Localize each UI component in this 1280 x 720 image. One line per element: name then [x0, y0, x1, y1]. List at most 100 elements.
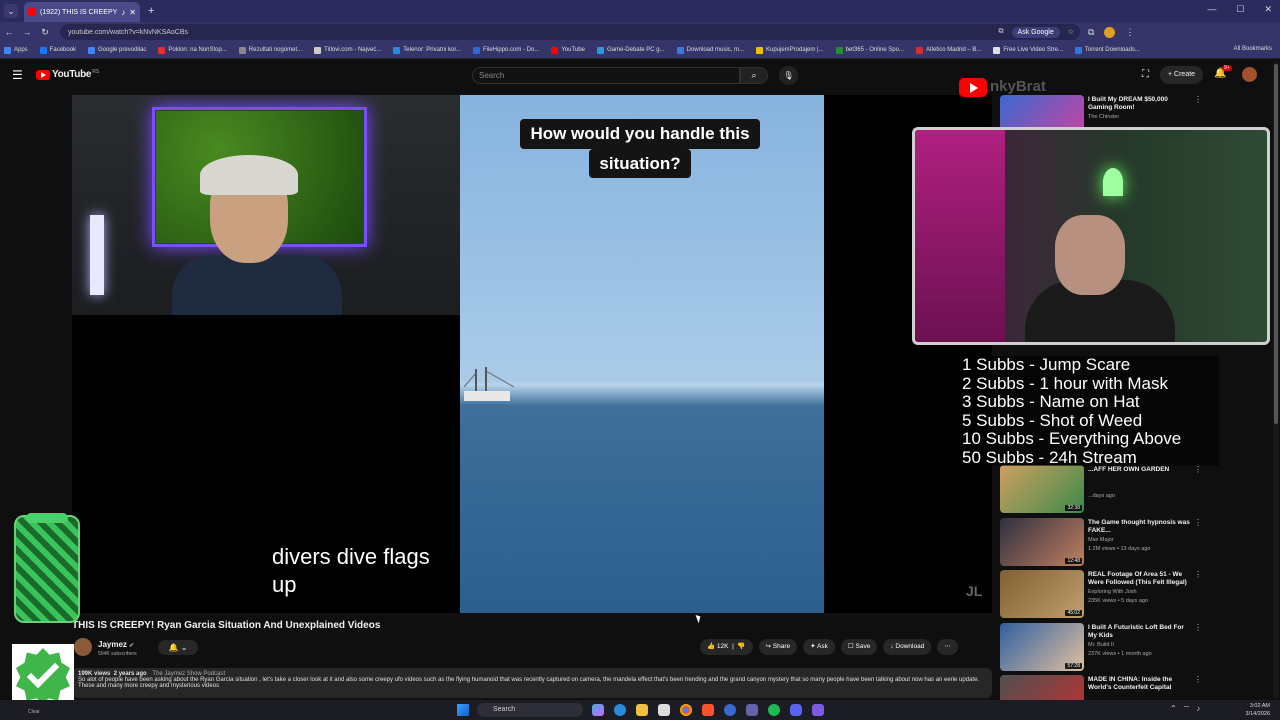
- bookmark-item[interactable]: bet365 - Online Spo...: [835, 46, 904, 54]
- video-thumbnail[interactable]: 57:28: [1000, 623, 1084, 671]
- install-app-icon[interactable]: ⧉: [999, 28, 1004, 36]
- browser-tab-bar: ⌄ (1922) THIS IS CREEPY! Rya ♪ ✕ + — ☐ ✕: [0, 0, 1280, 22]
- create-button[interactable]: + Create: [1160, 66, 1204, 84]
- subscription-bell-button[interactable]: 🔔 ⌄: [158, 640, 198, 655]
- bookmark-item[interactable]: Apps: [4, 46, 28, 54]
- cast-icon[interactable]: ⛶: [1142, 69, 1149, 80]
- save-button[interactable]: ☐ Save: [840, 639, 878, 655]
- forward-button[interactable]: →: [18, 27, 36, 37]
- discord-icon[interactable]: [790, 704, 802, 716]
- new-tab-button[interactable]: +: [148, 5, 154, 17]
- clock-time: 3:02 AM: [1249, 703, 1270, 709]
- rec-title: I Built A Futuristic Loft Bed For My Kid…: [1088, 624, 1184, 639]
- all-bookmarks-button[interactable]: All Bookmarks: [1234, 46, 1272, 52]
- bookmark-item[interactable]: Google prevodilac: [88, 46, 147, 54]
- verified-icon: ✔: [129, 643, 135, 649]
- chrome-icon[interactable]: [680, 704, 692, 716]
- recommended-video[interactable]: 32:38 ...AFF HER OWN GARDEN ...days ago ⋮: [1000, 465, 1268, 517]
- bookmark-item[interactable]: KupujemProdajem |...: [756, 46, 824, 54]
- chrome-menu-icon[interactable]: ⋮: [1125, 27, 1134, 38]
- store-icon[interactable]: [658, 704, 670, 716]
- brave-icon[interactable]: [702, 704, 714, 716]
- extensions-icon[interactable]: ⧉: [1088, 27, 1094, 38]
- bookmark-item[interactable]: Telenor: Privatni kor...: [393, 46, 461, 54]
- search-button[interactable]: ⌕: [740, 67, 768, 84]
- dislike-icon[interactable]: 👎: [737, 643, 745, 650]
- bookmark-label: Google prevodilac: [98, 47, 147, 53]
- app-blue-icon[interactable]: [724, 704, 736, 716]
- bookmark-item[interactable]: Facebook: [39, 46, 76, 54]
- clear-label: Clear: [28, 709, 40, 715]
- bookmark-favicon-icon: [473, 46, 480, 54]
- overlay-channel-name: nkyBrat: [990, 78, 1046, 95]
- spotify-icon[interactable]: [768, 704, 780, 716]
- tray-chevron-icon[interactable]: ⌃: [1170, 704, 1177, 714]
- file-explorer-icon[interactable]: [636, 704, 648, 716]
- download-button[interactable]: ↓ Download: [883, 639, 932, 655]
- bookmark-favicon-icon: [993, 46, 1001, 54]
- minimize-button[interactable]: —: [1207, 4, 1216, 15]
- more-actions-button[interactable]: ⋯: [937, 639, 958, 655]
- bookmark-item[interactable]: Game-Debate PC g...: [596, 46, 665, 54]
- taskbar-search[interactable]: Search: [477, 703, 583, 717]
- channel-name[interactable]: Jaymez ✔: [98, 640, 134, 649]
- green-lamp: [1103, 168, 1123, 196]
- download-label: Download: [895, 643, 925, 650]
- bookmark-item[interactable]: Download music, m...: [676, 46, 744, 54]
- like-button[interactable]: 👍 12K | 👎: [700, 639, 753, 655]
- maximize-button[interactable]: ☐: [1236, 4, 1244, 15]
- bookmark-item[interactable]: Poklon: na NonStop...: [158, 46, 227, 54]
- sub-goal-rule: 50 Subbs - 24h Stream: [962, 447, 1137, 467]
- teams-icon[interactable]: [746, 704, 758, 716]
- bookmark-item[interactable]: Torrent Downloads...: [1074, 46, 1140, 54]
- scrollbar-thumb[interactable]: [1274, 64, 1278, 424]
- youtube-logo[interactable]: YouTube RS: [36, 69, 99, 80]
- recommended-video[interactable]: 45:02 REAL Footage Of Area 51 - We Were F…: [1000, 570, 1268, 622]
- bookmark-star-icon[interactable]: ☆: [1068, 28, 1074, 36]
- clock[interactable]: 3:02 AM 3/14/2026: [1246, 702, 1270, 718]
- profile-avatar[interactable]: [1104, 26, 1116, 38]
- recommended-video[interactable]: 12:48 The Game thought hypnosis was FAKE.…: [1000, 518, 1268, 570]
- share-button[interactable]: ↪ Share: [758, 639, 798, 655]
- volume-icon[interactable]: ♪: [1196, 704, 1200, 714]
- rec-more-icon[interactable]: ⋮: [1194, 95, 1202, 104]
- bookmark-item[interactable]: Rezultati nogomet...: [238, 46, 302, 54]
- reload-button[interactable]: ↻: [36, 27, 54, 38]
- video-thumbnail[interactable]: 12:48: [1000, 518, 1084, 566]
- rec-more-icon[interactable]: ⋮: [1194, 570, 1202, 579]
- rec-more-icon[interactable]: ⋮: [1194, 518, 1202, 527]
- video-thumbnail[interactable]: 32:38: [1000, 465, 1084, 513]
- hamburger-menu-icon[interactable]: ☰: [12, 68, 23, 82]
- channel-avatar[interactable]: [74, 638, 92, 656]
- rec-more-icon[interactable]: ⋮: [1194, 675, 1202, 684]
- ask-button[interactable]: ✦ Ask: [803, 639, 835, 655]
- page-scrollbar[interactable]: [1273, 62, 1279, 698]
- account-avatar[interactable]: [1242, 67, 1257, 82]
- browser-tab-active[interactable]: (1922) THIS IS CREEPY! Rya ♪ ✕: [24, 2, 140, 22]
- video-description[interactable]: 199K views 2 years ago The Jaymez Show P…: [72, 668, 992, 698]
- recommended-video[interactable]: 57:28 I Built A Futuristic Loft Bed For M…: [1000, 623, 1268, 675]
- video-thumbnail[interactable]: 45:02: [1000, 570, 1084, 618]
- bookmark-item[interactable]: YouTube: [551, 46, 585, 54]
- copilot-icon[interactable]: [592, 704, 604, 716]
- wifi-icon[interactable]: ⌔: [1183, 704, 1191, 714]
- bookmark-favicon-icon: [596, 46, 604, 54]
- tab-audio-icon[interactable]: ♪: [121, 8, 125, 17]
- bookmark-item[interactable]: Titlovi.com - Najveć...: [314, 46, 381, 54]
- address-bar[interactable]: youtube.com/watch?v=kNvNKSAoCBs ⧉ Ask Go…: [60, 24, 1080, 40]
- start-button[interactable]: [457, 704, 469, 716]
- bookmark-item[interactable]: FileHippo.com - Do...: [473, 46, 539, 54]
- back-button[interactable]: ←: [0, 27, 18, 37]
- voice-search-button[interactable]: 🎙: [779, 66, 798, 85]
- app-purple-icon[interactable]: [812, 704, 824, 716]
- bookmark-item[interactable]: Atletico Madrid – B...: [915, 46, 981, 54]
- ask-google-button[interactable]: Ask Google: [1011, 26, 1060, 38]
- bookmark-item[interactable]: Free Live Video Stre...: [993, 46, 1063, 54]
- search-input[interactable]: Search: [472, 67, 740, 84]
- tab-close-icon[interactable]: ✕: [129, 8, 136, 17]
- video-player[interactable]: How would you handle this situation? div…: [72, 95, 992, 613]
- edge-icon[interactable]: [614, 704, 626, 716]
- close-window-button[interactable]: ✕: [1264, 4, 1272, 15]
- tab-search-button[interactable]: ⌄: [4, 4, 18, 18]
- rec-more-icon[interactable]: ⋮: [1194, 623, 1202, 632]
